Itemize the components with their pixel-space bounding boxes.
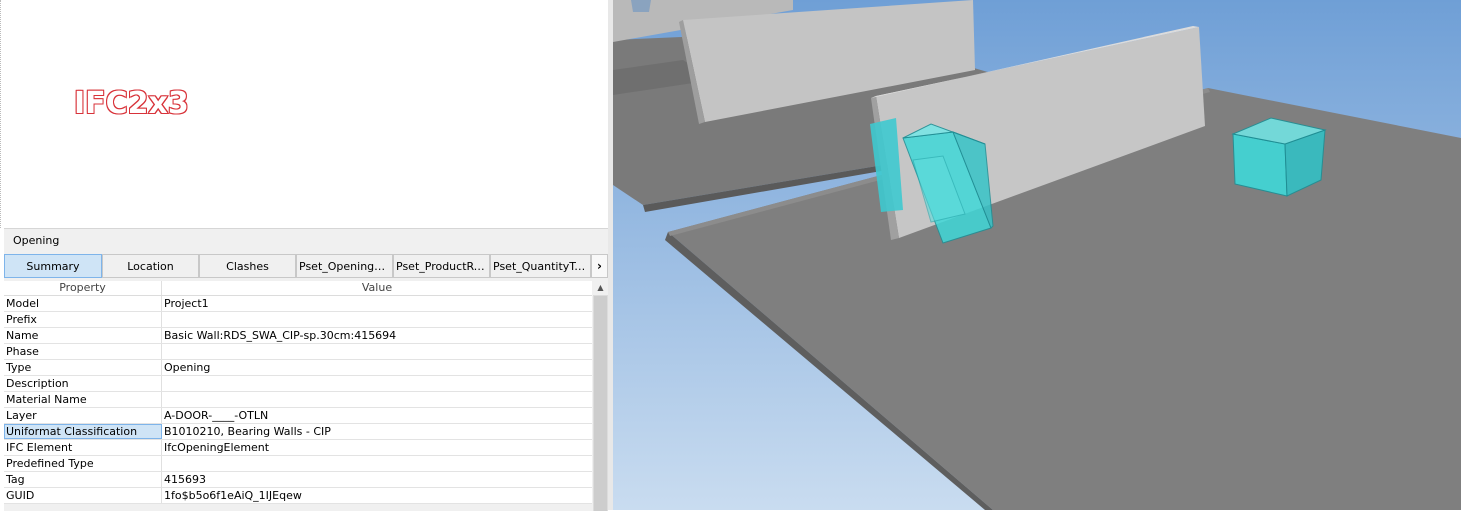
property-tabs: Summary Location Clashes Pset_OpeningEle… bbox=[4, 254, 608, 280]
table-row[interactable]: Material Name bbox=[4, 392, 592, 408]
property-name: IFC Element bbox=[4, 440, 162, 455]
3d-scene[interactable] bbox=[613, 0, 1461, 510]
table-row[interactable]: Model Project1 bbox=[4, 296, 592, 312]
panel-title: Opening bbox=[13, 234, 60, 247]
property-name: Phase bbox=[4, 344, 162, 359]
property-name: Name bbox=[4, 328, 162, 343]
property-grid: Property Value Model Project1 Prefix Name… bbox=[4, 281, 592, 504]
tab-location[interactable]: Location bbox=[102, 254, 199, 278]
property-name: Prefix bbox=[4, 312, 162, 327]
property-value: Project1 bbox=[164, 297, 209, 310]
edge-rule bbox=[0, 0, 5, 228]
property-value: Basic Wall:RDS_SWA_CIP-sp.30cm:415694 bbox=[164, 329, 397, 342]
ifc-version-watermark: IFC2x3 bbox=[73, 85, 190, 122]
distant-window bbox=[631, 0, 651, 12]
table-row[interactable]: GUID 1fo$b5o6f1eAiQ_1IJEqew bbox=[4, 488, 592, 504]
property-value bbox=[162, 376, 592, 391]
properties-panel: Opening Summary Location Clashes Pset_Op… bbox=[4, 228, 608, 511]
property-name: GUID bbox=[4, 488, 162, 503]
column-header-value[interactable]: Value bbox=[162, 281, 592, 295]
table-row[interactable]: Prefix bbox=[4, 312, 592, 328]
property-name: Type bbox=[4, 360, 162, 375]
property-value: Opening bbox=[164, 361, 211, 374]
property-value: 415693 bbox=[164, 473, 206, 486]
column-header-property[interactable]: Property bbox=[4, 281, 162, 295]
table-row[interactable]: Layer A-DOOR-____-OTLN bbox=[4, 408, 592, 424]
scroll-up-icon[interactable]: ▲ bbox=[593, 281, 608, 295]
property-value bbox=[162, 312, 592, 327]
tab-clashes[interactable]: Clashes bbox=[199, 254, 296, 278]
tab-summary[interactable]: Summary bbox=[4, 254, 102, 278]
property-value bbox=[162, 344, 592, 359]
property-name: Material Name bbox=[4, 392, 162, 407]
property-name: Tag bbox=[4, 472, 162, 487]
property-value: A-DOOR-____-OTLN bbox=[164, 409, 269, 422]
tab-pset-openingelement[interactable]: Pset_OpeningEle... bbox=[296, 254, 393, 278]
table-row[interactable]: Tag 415693 bbox=[4, 472, 592, 488]
tab-pset-productrequirements[interactable]: Pset_ProductReq... bbox=[393, 254, 490, 278]
scrollbar-thumb[interactable] bbox=[594, 296, 607, 511]
tab-scroll-right-icon[interactable]: › bbox=[591, 254, 608, 278]
table-row[interactable]: Name Basic Wall:RDS_SWA_CIP-sp.30cm:41569… bbox=[4, 328, 592, 344]
table-row-selected[interactable]: Uniformat Classification B1010210, Bearin… bbox=[4, 424, 592, 440]
grid-header: Property Value bbox=[4, 281, 592, 296]
table-row[interactable]: Phase bbox=[4, 344, 592, 360]
table-row[interactable]: IFC Element IfcOpeningElement bbox=[4, 440, 592, 456]
property-name: Model bbox=[4, 296, 162, 311]
property-value: B1010210, Bearing Walls - CIP bbox=[164, 425, 331, 438]
table-row[interactable]: Type Opening bbox=[4, 360, 592, 376]
tab-pset-quantitytakeoff[interactable]: Pset_QuantityTak... bbox=[490, 254, 591, 278]
property-name: Layer bbox=[4, 408, 162, 423]
3d-viewport[interactable] bbox=[613, 0, 1461, 510]
property-value bbox=[162, 456, 592, 471]
property-value: 1fo$b5o6f1eAiQ_1IJEqew bbox=[164, 489, 302, 502]
property-value: IfcOpeningElement bbox=[164, 441, 270, 454]
property-value bbox=[162, 392, 592, 407]
vertical-scrollbar[interactable]: ▲ bbox=[593, 281, 608, 511]
table-row[interactable]: Description bbox=[4, 376, 592, 392]
table-row[interactable]: Predefined Type bbox=[4, 456, 592, 472]
property-name: Description bbox=[4, 376, 162, 391]
property-name: Predefined Type bbox=[4, 456, 162, 471]
property-name: Uniformat Classification bbox=[4, 424, 162, 439]
